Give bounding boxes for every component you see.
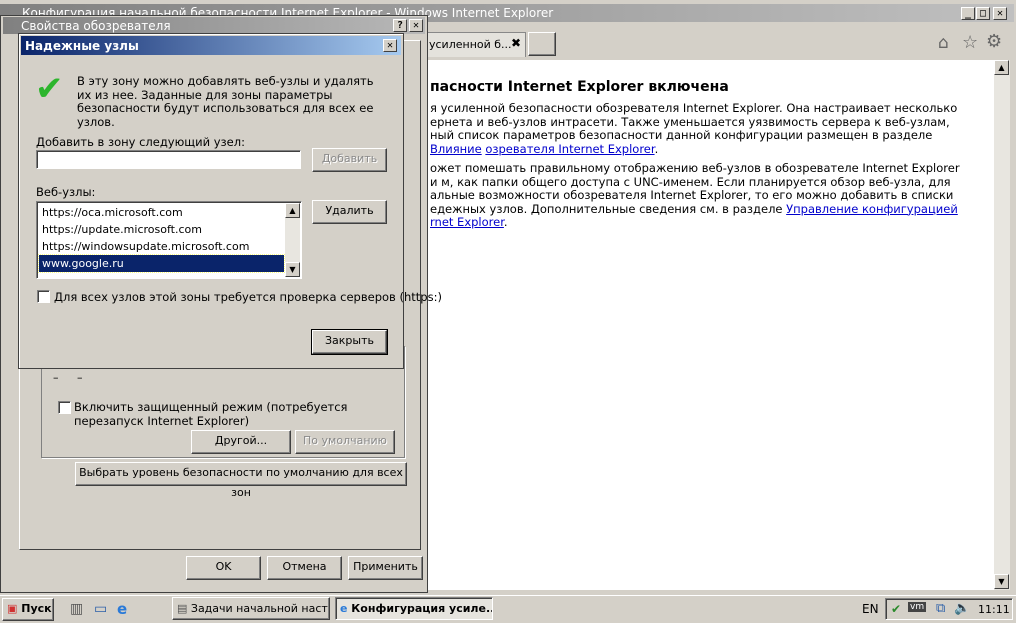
trusted-titlebar: Надежные узлы ✕ [21,36,401,55]
ie-scrollbar[interactable]: ▲ ▼ [994,60,1010,590]
default-level-button[interactable]: По умолчанию [295,430,395,454]
ok-button[interactable]: OK [186,556,261,580]
sites-list[interactable]: https://oca.microsoft.com https://update… [36,201,302,279]
clock[interactable]: 11:11 [978,603,1010,616]
start-button[interactable]: ▣ Пуск [2,598,54,621]
server-manager-icon[interactable]: ▥ [70,601,83,617]
site-list-item-selected[interactable]: www.google.ru [38,254,285,273]
paragraph-2: ожет помешать правильному отображению ве… [430,161,960,229]
link-manage-config[interactable]: Управление конфигурацией [786,202,958,216]
add-site-label: Добавить в зону следующий узел: [36,135,245,149]
add-site-button[interactable]: Добавить [312,148,387,172]
help-button[interactable]: ? [393,19,407,32]
site-list-item[interactable]: https://windowsupdate.microsoft.com [39,238,284,255]
ie-content: пасности Internet Explorer включена я ус… [404,60,994,590]
scroll-up-arrow-icon[interactable]: ▲ [285,203,300,218]
ie-launch-icon[interactable]: e [117,600,127,618]
new-tab-button[interactable] [528,32,556,56]
ie-tab[interactable]: усиленной б... ✖ [418,32,526,57]
custom-level-button[interactable]: Другой... [191,430,291,454]
protected-mode-label: Включить защищенный режим (потребуется п… [74,400,348,428]
system-tray: ✔ vm ⧉ 🔈 11:11 [885,598,1013,620]
scroll-up-arrow-icon[interactable]: ▲ [994,60,1009,75]
remove-site-button[interactable]: Удалить [312,200,387,224]
link-impact[interactable]: Влияние [430,142,482,156]
taskbar-item-ie-active[interactable]: e Конфигурация усиле... [335,597,493,620]
scroll-down-arrow-icon[interactable]: ▼ [285,262,300,277]
sites-scrollbar[interactable]: ▲ ▼ [285,203,300,277]
favorites-star-icon[interactable]: ☆ [962,32,978,53]
trusted-sites-dialog: Надежные узлы ✕ ✔ В эту зону можно добав… [18,33,442,369]
show-desktop-icon[interactable]: ▭ [94,601,107,617]
paragraph-1: я усиленной безопасности обозревателя In… [430,101,958,156]
start-label: Пуск [21,602,52,615]
volume-icon[interactable]: 🔈 [954,601,970,616]
lang-indicator[interactable]: EN [862,602,879,616]
gear-icon[interactable]: ⚙ [986,31,1002,52]
scroll-down-arrow-icon[interactable]: ▼ [994,574,1009,589]
tab-label: усиленной б... [429,38,512,51]
add-site-input[interactable] [36,150,301,169]
checkmark-icon: ✔ [35,69,64,109]
windows-logo-icon: ▣ [7,602,18,615]
security-shield-icon[interactable]: ✔ [891,602,901,616]
protected-mode-checkbox[interactable] [58,401,71,414]
trusted-info-text: В эту зону можно добавлять веб-узлы и уд… [77,74,374,129]
minimize-button[interactable]: _ [961,7,975,20]
close-dialog-button[interactable]: Закрыть [311,329,388,355]
trusted-close-button[interactable]: ✕ [383,39,397,52]
maximize-button[interactable]: □ [976,7,990,20]
props-titlebar: Свойства обозревателя ? ✕ [3,17,425,34]
link-impact-2[interactable]: озревателя Internet Explorer [485,142,654,156]
task-ie-icon: e [340,602,352,615]
slider-tick-2: – [77,371,83,384]
page-heading: пасности Internet Explorer включена [430,79,729,95]
taskbar-item-tasks[interactable]: ▤ Задачи начальной наст... [172,597,330,620]
sites-label: Веб-узлы: [36,185,96,199]
task-window-icon: ▤ [177,602,191,615]
require-https-label: Для всех узлов этой зоны требуется прове… [54,290,442,304]
site-list-item[interactable]: https://oca.microsoft.com [39,204,284,221]
close-button[interactable]: ✕ [993,7,1007,20]
trusted-title: Надежные узлы [25,39,139,53]
require-https-checkbox[interactable] [37,290,50,303]
cancel-button[interactable]: Отмена [267,556,342,580]
apply-button[interactable]: Применить [348,556,423,580]
props-title: Свойства обозревателя [21,19,171,33]
slider-tick: – [53,371,59,384]
vm-tools-icon[interactable]: vm [908,602,927,612]
link-manage-config-2[interactable]: rnet Explorer [430,215,504,229]
site-list-item[interactable]: https://update.microsoft.com [39,221,284,238]
props-close-button[interactable]: ✕ [409,19,423,32]
tab-close-icon[interactable]: ✖ [511,36,521,50]
home-icon[interactable]: ⌂ [938,33,949,53]
reset-all-zones-button[interactable]: Выбрать уровень безопасности по умолчани… [75,462,407,499]
network-icon[interactable]: ⧉ [936,601,945,616]
